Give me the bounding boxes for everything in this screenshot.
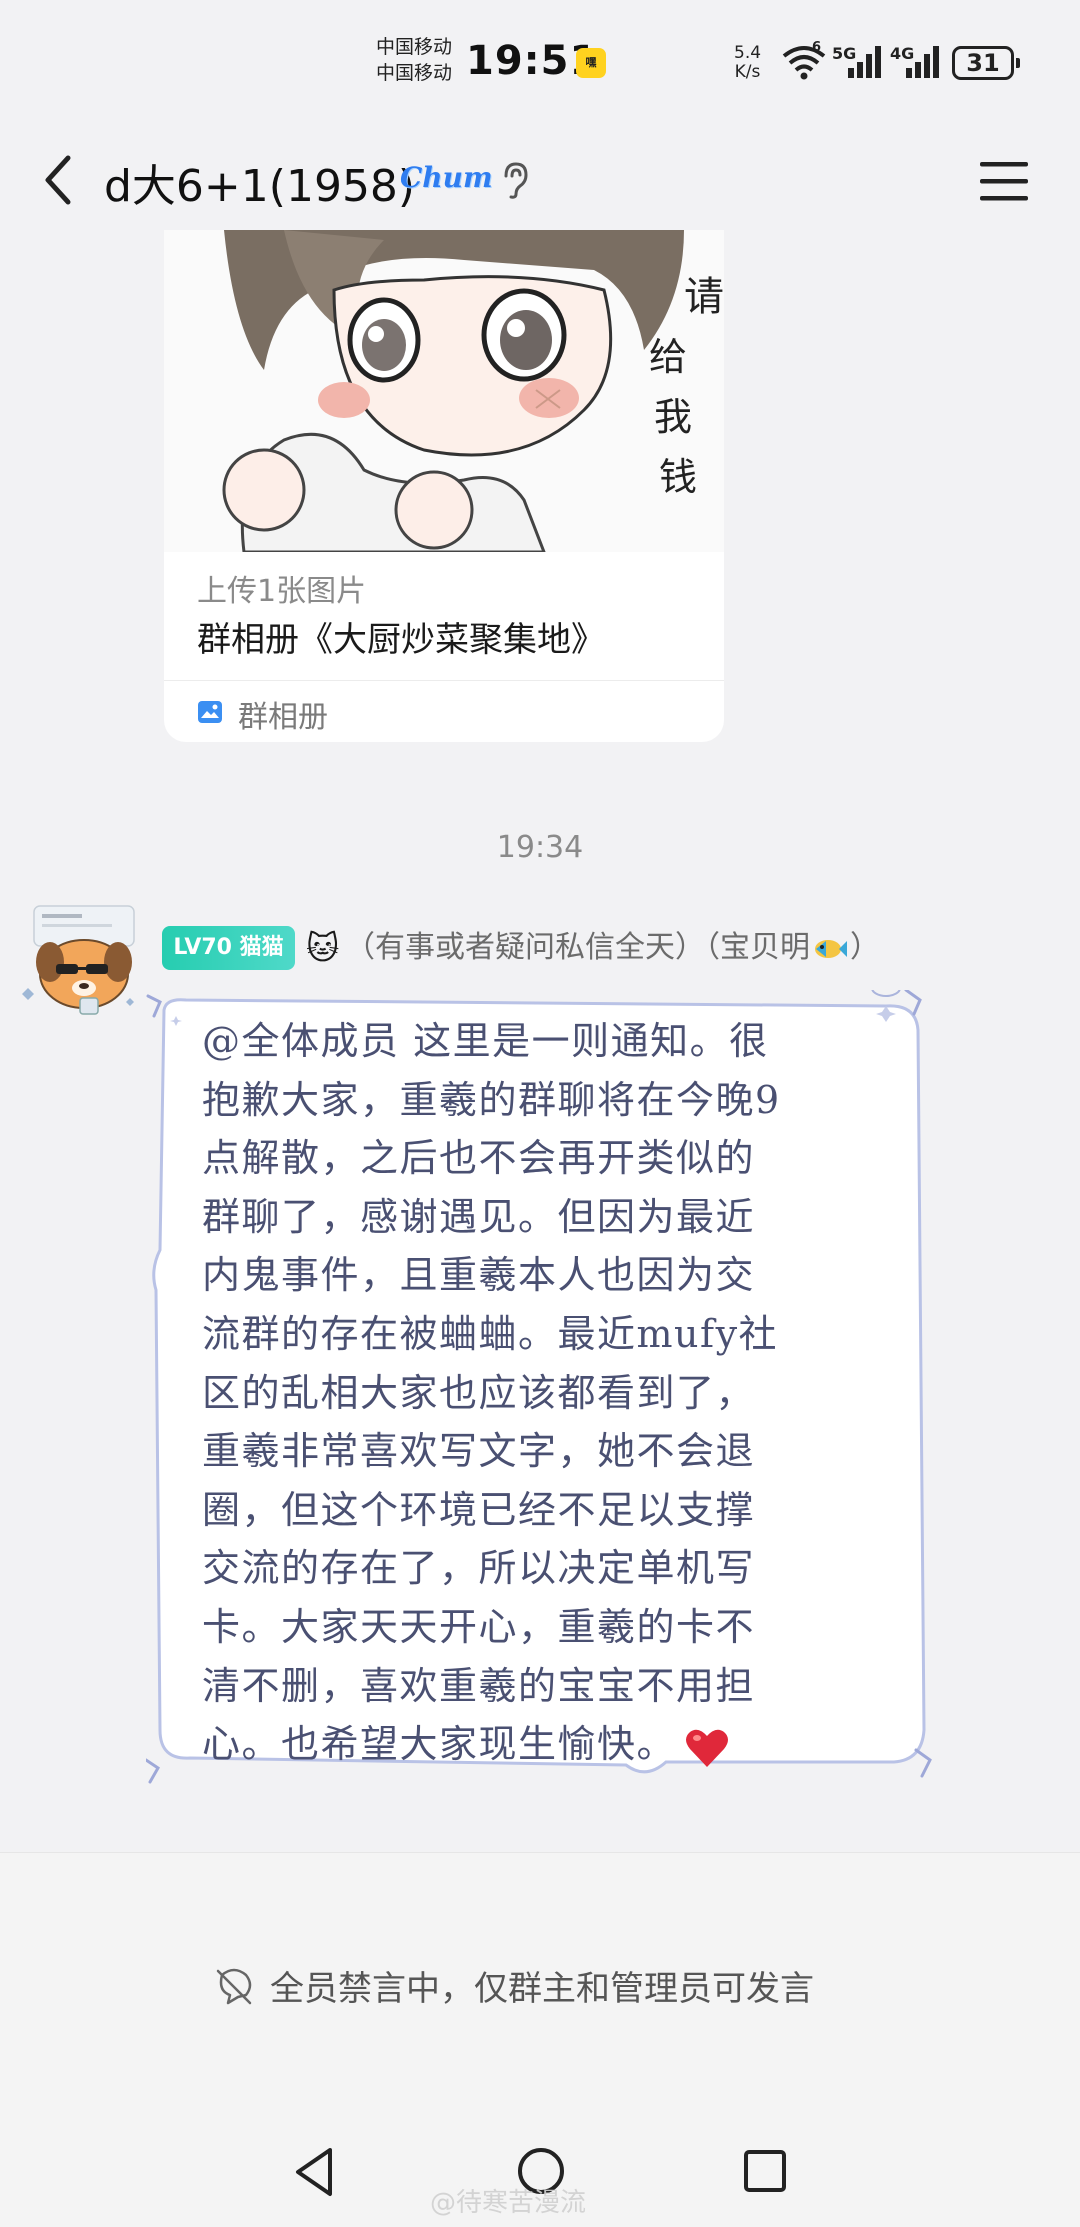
signal-4g-icon [906,46,939,78]
chat-header: d大6+1(1958) Chum [0,130,1080,230]
carrier-labels: 中国移动 中国移动 [376,34,452,86]
image-caption-char-4: 钱 [659,455,697,499]
system-recent-apps-icon[interactable] [742,2148,788,2194]
message-line: 心。也希望大家现生愉快。 [202,1722,677,1767]
member-level-badge: LV70 猫猫 [162,926,295,970]
mute-notice-text: 全员禁言中，仅群主和管理员可发言 [270,1969,814,2009]
image-caption-char-1: 请 [684,274,724,320]
back-arrow-icon[interactable] [36,150,86,210]
sender-name-text: （有事或者疑问私信全天）（宝贝明 [345,930,810,965]
chat-title[interactable]: d大6+1(1958) [104,150,415,214]
message-line: 点解散，之后也不会再开类似的 [202,1136,756,1181]
carrier-1: 中国移动 [376,36,453,58]
battery-icon: 31 [952,46,1020,80]
status-bar: 中国移动 中国移动 19:51 嘿 5.4 K/s 6 5G 4G 31 [0,0,1080,120]
ear-icon [504,162,528,199]
card-divider [164,680,724,681]
signal-5g-icon [848,46,881,78]
sender-name[interactable]: （有事或者疑问私信全天）（宝贝明 ） [345,926,880,970]
sender-avatar[interactable] [20,902,142,1024]
message-timestamp: 19:34 [496,830,584,865]
message-line: 抱歉大家，重羲的群聊将在今晚9 [202,1077,781,1122]
carrier-2: 中国移动 [376,62,453,84]
message-line: 重羲非常喜欢写文字，她不会退 [202,1429,756,1474]
message-line: 圈，但这个环境已经不足以支撑 [202,1487,756,1532]
system-back-icon[interactable] [290,2146,340,2198]
message-line-last: 心。也希望大家现生愉快。 [202,1715,902,1774]
menu-icon[interactable] [976,156,1032,206]
heart-icon [686,1729,729,1767]
message-line: 群聊了，感谢遇见。但因为最近 [202,1194,756,1239]
album-preview-image[interactable]: 请 给 我 钱 [164,230,724,552]
album-share-card[interactable]: 请 给 我 钱 上传1张图片 群相册《大厨炒菜聚集地》 群相册 [164,230,724,742]
image-caption-char-3: 我 [654,395,692,439]
album-name: 群相册《大厨炒菜聚集地》 [197,620,605,660]
message-bubble[interactable]: @全体成员 这里是一则通知。很 抱歉大家，重羲的群聊将在今晚9 点解散，之后也不… [146,990,932,1790]
network-speed-unit: K/s [734,62,761,82]
watermark: @待寒苦漫流 [430,2188,587,2218]
message-line: 交流的存在了，所以决定单机写 [202,1546,756,1591]
album-source-label: 群相册 [238,700,328,735]
mute-icon [216,1968,252,2005]
message-line: 流群的存在被蛐蛐。最近mufy社 [202,1311,779,1356]
message-line: 清不删，喜欢重羲的宝宝不用担 [202,1663,756,1708]
image-caption-char-2: 给 [649,335,687,379]
cat-face-icon: 🐱 [306,929,340,967]
network-speed-value: 5.4 [734,43,762,63]
message-line: 区的乱相大家也应该都看到了， [202,1370,756,1415]
app-notification-icon: 嘿 [576,48,606,78]
network-speed: 5.4 K/s [734,44,761,82]
album-icon [198,701,222,723]
wifi-6-label: 6 [812,40,822,55]
message-text: @全体成员 这里是一则通知。很 抱歉大家，重羲的群聊将在今晚9 点解散，之后也不… [202,1012,902,1774]
album-upload-count: 上传1张图片 [197,574,367,609]
vip-badge-icon: Chum [400,161,493,194]
message-line: 卡。大家天天开心，重羲的卡不 [202,1604,756,1649]
fish-icon [815,939,847,958]
message-line: @全体成员 这里是一则通知。很 [202,1019,769,1063]
message-line: 内鬼事件，且重羲本人也因为交 [202,1253,756,1298]
sender-name-end: ） [850,930,880,965]
